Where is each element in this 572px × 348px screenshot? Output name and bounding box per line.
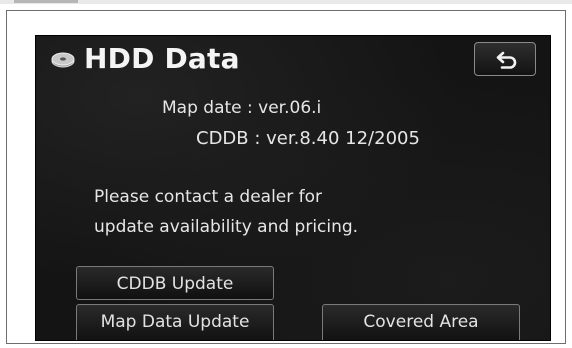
covered-area-button[interactable]: Covered Area (322, 304, 520, 340)
page-title: HDD Data (84, 42, 240, 75)
map-date-version: Map date : ver.06.i (162, 98, 322, 118)
scan-top-mark (14, 0, 78, 3)
scan-top-edge (0, 0, 572, 4)
dealer-message-line-1: Please contact a dealer for (94, 187, 323, 207)
cddb-version: CDDB : ver.8.40 12/2005 (196, 128, 420, 149)
cddb-update-button[interactable]: CDDB Update (76, 266, 274, 300)
navigation-screen: HDD Data Map date : ver.06.i CDDB : ver.… (35, 35, 551, 341)
back-button[interactable] (474, 42, 536, 76)
dealer-message-line-2: update availability and pricing. (94, 217, 359, 237)
map-data-update-button[interactable]: Map Data Update (76, 304, 274, 340)
disk-drive-icon (50, 48, 76, 70)
screenshot-frame: HDD Data Map date : ver.06.i CDDB : ver.… (6, 10, 566, 344)
return-arrow-icon (496, 51, 517, 69)
dealer-message: Please contact a dealer for update avail… (94, 182, 434, 242)
